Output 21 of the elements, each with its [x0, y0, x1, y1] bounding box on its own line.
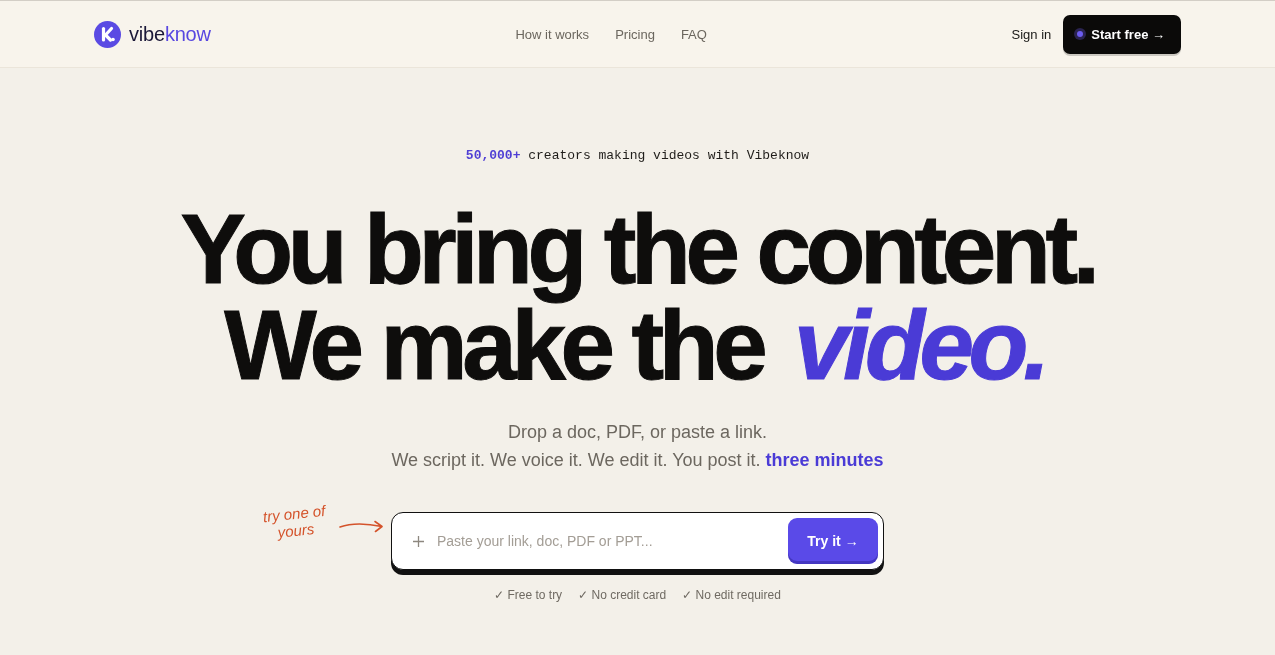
brand-name[interactable]: vibeknow: [129, 22, 211, 46]
arrow-icon: [339, 520, 384, 533]
try-it-button[interactable]: Try it →: [788, 518, 878, 564]
handwritten-note: try one of yours: [261, 501, 328, 543]
perk-text: ✓ No edit required: [682, 587, 781, 603]
logo-icon[interactable]: [94, 20, 121, 48]
link-input[interactable]: Paste your link, doc, PDF or PPT...: [437, 529, 775, 553]
perk-text: ✓ Free to try: [494, 587, 563, 603]
subtitle-line: Drop a doc, PDF, or paste a link.: [507, 421, 768, 444]
headline-line: We make the video.: [223, 305, 1046, 401]
nav-link[interactable]: How it works: [515, 26, 590, 42]
start-free-button[interactable]: Start free →: [1063, 14, 1181, 54]
nav-link[interactable]: FAQ: [680, 26, 707, 42]
subtitle-line: We script it. We voice it. We edit it. You post it. three minutes: [391, 449, 884, 472]
tagline: 50,000+ creators making videos with Vibeknow: [465, 148, 810, 164]
perk-text: ✓ No credit card: [578, 587, 667, 603]
sign-in-link[interactable]: Sign in: [1011, 26, 1052, 42]
headline-line: You bring the content.: [180, 209, 1095, 305]
nav-link[interactable]: Pricing: [615, 26, 655, 42]
plus-icon: [413, 535, 424, 547]
dot-icon: [1074, 28, 1087, 40]
